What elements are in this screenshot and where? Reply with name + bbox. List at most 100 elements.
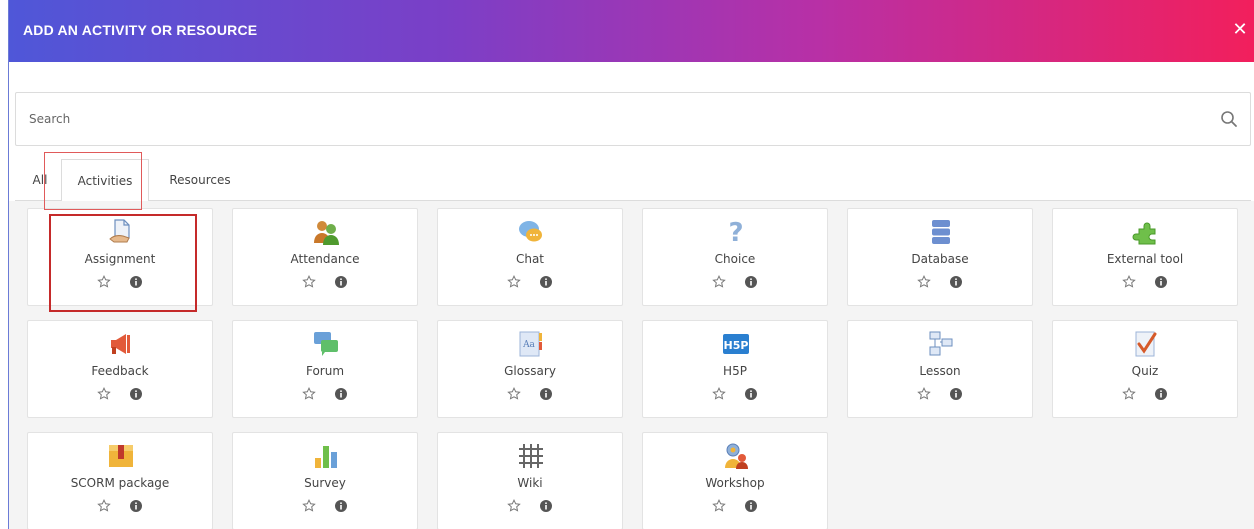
activity-actions — [28, 275, 212, 291]
activity-card-lesson[interactable]: Lesson — [847, 320, 1033, 418]
modal-title: ADD AN ACTIVITY OR RESOURCE — [23, 22, 258, 38]
activity-label: Database — [911, 252, 969, 266]
activity-card-wiki[interactable]: Wiki — [437, 432, 623, 529]
activity-actions — [643, 275, 827, 291]
chat-icon — [516, 217, 546, 247]
activity-card-survey[interactable]: Survey — [232, 432, 418, 529]
activity-actions — [28, 387, 212, 403]
activity-actions — [1053, 387, 1237, 403]
star-icon[interactable] — [302, 275, 316, 289]
workshop-icon — [721, 441, 751, 471]
activity-card-attendance[interactable]: Attendance — [232, 208, 418, 306]
star-icon[interactable] — [712, 275, 726, 289]
info-icon[interactable] — [129, 275, 143, 289]
survey-icon — [311, 441, 341, 471]
activity-label: Attendance — [290, 252, 360, 266]
wiki-icon — [516, 441, 546, 471]
info-icon[interactable] — [539, 387, 553, 401]
star-icon[interactable] — [302, 499, 316, 513]
star-icon[interactable] — [1122, 387, 1136, 401]
tab-activities[interactable]: Activities — [61, 159, 149, 202]
activity-label: Quiz — [1131, 364, 1159, 378]
search-input[interactable] — [16, 93, 1250, 145]
star-icon[interactable] — [1122, 275, 1136, 289]
activity-actions — [848, 387, 1032, 403]
star-icon[interactable] — [917, 275, 931, 289]
activity-actions — [643, 499, 827, 515]
activity-label: Survey — [304, 476, 346, 490]
scorm-package-icon — [106, 441, 136, 471]
activity-card-chat[interactable]: Chat — [437, 208, 623, 306]
info-icon[interactable] — [949, 275, 963, 289]
activity-label: Feedback — [91, 364, 149, 378]
choice-icon: ? — [721, 217, 751, 248]
modal-header: ADD AN ACTIVITY OR RESOURCE ✕ — [9, 0, 1254, 62]
info-icon[interactable] — [539, 275, 553, 289]
activity-label: Chat — [515, 252, 545, 266]
activity-label: Choice — [714, 252, 756, 266]
tab-resources[interactable]: Resources — [155, 159, 245, 201]
tab-bar: All Activities Resources — [15, 159, 1251, 202]
activity-actions — [438, 499, 622, 515]
activity-label: Assignment — [84, 252, 156, 266]
activity-card-h5p[interactable]: H5P H5P — [642, 320, 828, 418]
feedback-icon — [106, 329, 136, 359]
info-icon[interactable] — [744, 275, 758, 289]
activity-actions — [1053, 275, 1237, 291]
activity-actions — [848, 275, 1032, 291]
activity-card-external-tool[interactable]: External tool — [1052, 208, 1238, 306]
info-icon[interactable] — [334, 387, 348, 401]
activity-actions — [643, 387, 827, 403]
info-icon[interactable] — [1154, 387, 1168, 401]
info-icon[interactable] — [129, 499, 143, 513]
activity-card-database[interactable]: Database — [847, 208, 1033, 306]
activity-card-scorm-package[interactable]: SCORM package — [27, 432, 213, 529]
database-icon — [926, 217, 956, 247]
activity-card-forum[interactable]: Forum — [232, 320, 418, 418]
svg-text:?: ? — [728, 218, 743, 247]
search-icon[interactable] — [1220, 110, 1238, 128]
star-icon[interactable] — [507, 499, 521, 513]
activity-card-quiz[interactable]: Quiz — [1052, 320, 1238, 418]
info-icon[interactable] — [744, 499, 758, 513]
activity-label: Forum — [305, 364, 345, 378]
star-icon[interactable] — [917, 387, 931, 401]
star-icon[interactable] — [302, 387, 316, 401]
activity-label: Glossary — [504, 364, 556, 378]
activity-grid: Assignment Attendance Chat? Choice Database E… — [9, 201, 1254, 529]
info-icon[interactable] — [539, 499, 553, 513]
info-icon[interactable] — [1154, 275, 1168, 289]
activity-label: SCORM package — [70, 476, 170, 490]
assignment-icon — [106, 217, 136, 247]
star-icon[interactable] — [507, 387, 521, 401]
info-icon[interactable] — [744, 387, 758, 401]
star-icon[interactable] — [97, 275, 111, 289]
activity-label: Lesson — [919, 364, 961, 378]
activity-actions — [233, 499, 417, 515]
star-icon[interactable] — [712, 387, 726, 401]
activity-actions — [233, 275, 417, 291]
forum-icon — [311, 329, 341, 359]
star-icon[interactable] — [712, 499, 726, 513]
close-button[interactable]: ✕ — [1230, 20, 1250, 40]
star-icon[interactable] — [97, 499, 111, 513]
activity-card-feedback[interactable]: Feedback — [27, 320, 213, 418]
lesson-icon — [926, 329, 956, 359]
activity-label: H5P — [723, 364, 747, 378]
activity-card-workshop[interactable]: Workshop — [642, 432, 828, 529]
activity-card-assignment[interactable]: Assignment — [27, 208, 213, 306]
star-icon[interactable] — [507, 275, 521, 289]
h5p-icon: H5P — [721, 329, 751, 359]
activity-card-choice[interactable]: ? Choice — [642, 208, 828, 306]
star-icon[interactable] — [97, 387, 111, 401]
activity-card-glossary[interactable]: Aa Glossary — [437, 320, 623, 418]
info-icon[interactable] — [949, 387, 963, 401]
tab-all[interactable]: All — [25, 159, 55, 201]
quiz-icon — [1131, 329, 1161, 359]
svg-text:H5P: H5P — [724, 339, 749, 352]
svg-text:Aa: Aa — [522, 340, 535, 350]
info-icon[interactable] — [129, 387, 143, 401]
activity-actions — [233, 387, 417, 403]
info-icon[interactable] — [334, 275, 348, 289]
info-icon[interactable] — [334, 499, 348, 513]
